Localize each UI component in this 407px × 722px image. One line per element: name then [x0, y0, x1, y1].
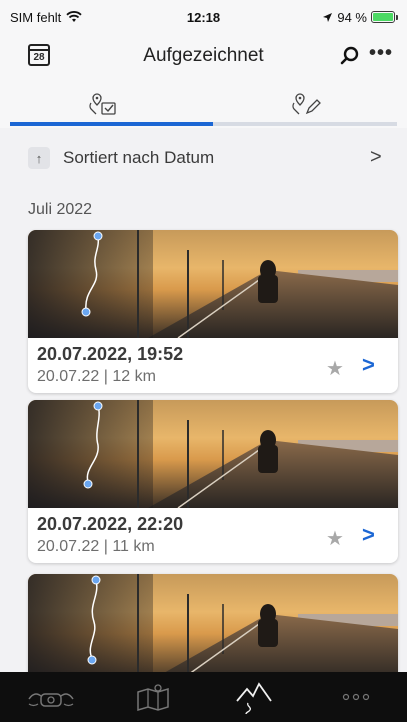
chevron-right-icon[interactable]: >	[362, 352, 375, 378]
tabbar-item-more[interactable]	[305, 672, 407, 722]
chevron-right-icon: >	[370, 146, 382, 168]
status-left: SIM fehlt	[10, 10, 82, 25]
tabbar-item-cockpit[interactable]	[0, 672, 102, 722]
header: 28 Aufgezeichnet •••	[0, 34, 407, 80]
tabbar-item-recorded[interactable]	[204, 672, 306, 722]
status-bar: SIM fehlt 12:18 94 %	[0, 0, 407, 34]
star-icon[interactable]: ★	[326, 526, 344, 551]
location-arrow-icon	[323, 12, 333, 22]
tab-recorded[interactable]	[0, 80, 204, 128]
mountain-route-icon	[236, 682, 273, 715]
trip-title: 20.07.2022, 22:20	[37, 514, 184, 534]
wifi-icon	[66, 11, 82, 22]
chevron-right-icon[interactable]: >	[362, 522, 375, 548]
recorded-routes-icon	[89, 93, 116, 115]
status-time: 12:18	[186, 9, 221, 25]
tab-active-indicator	[10, 122, 213, 126]
trip-subtitle: 20.07.22 | 12 km	[37, 368, 156, 385]
calendar-icon[interactable]: 28	[28, 44, 50, 66]
star-icon[interactable]: ★	[326, 356, 344, 381]
status-right: 94 %	[322, 9, 398, 25]
trip-photo	[28, 574, 398, 682]
planned-routes-icon	[292, 93, 322, 115]
trip-card[interactable]: 20.07.2022, 19:52 20.07.22 | 12 km ★ >	[28, 230, 398, 393]
trip-card[interactable]: 20.07.2022, 22:20 20.07.22 | 11 km ★ >	[28, 400, 398, 563]
map-icon	[136, 684, 169, 712]
calendar-day: 28	[33, 52, 45, 63]
tabbar-item-map[interactable]	[102, 672, 204, 722]
more-options-icon[interactable]: •••	[369, 43, 397, 68]
battery-icon	[371, 11, 398, 23]
carrier-label: SIM fehlt	[10, 9, 62, 25]
month-section-header: Juli 2022	[28, 201, 93, 218]
trip-title: 20.07.2022, 19:52	[37, 344, 184, 364]
battery-percent: 94 %	[337, 9, 367, 25]
sort-label: Sortiert nach Datum	[63, 148, 215, 167]
route-type-tabs	[0, 80, 407, 128]
trip-photo	[28, 230, 398, 338]
trip-subtitle: 20.07.22 | 11 km	[37, 538, 155, 555]
more-dots-icon	[343, 693, 370, 701]
tab-planned[interactable]	[204, 80, 407, 128]
search-icon[interactable]	[339, 45, 361, 67]
sort-arrow-icon: ↑	[28, 147, 50, 169]
trip-photo	[28, 400, 398, 508]
sort-row[interactable]: ↑ Sortiert nach Datum >	[0, 140, 407, 176]
bottom-tab-bar	[0, 672, 407, 722]
motorcycle-cockpit-icon	[28, 693, 74, 707]
